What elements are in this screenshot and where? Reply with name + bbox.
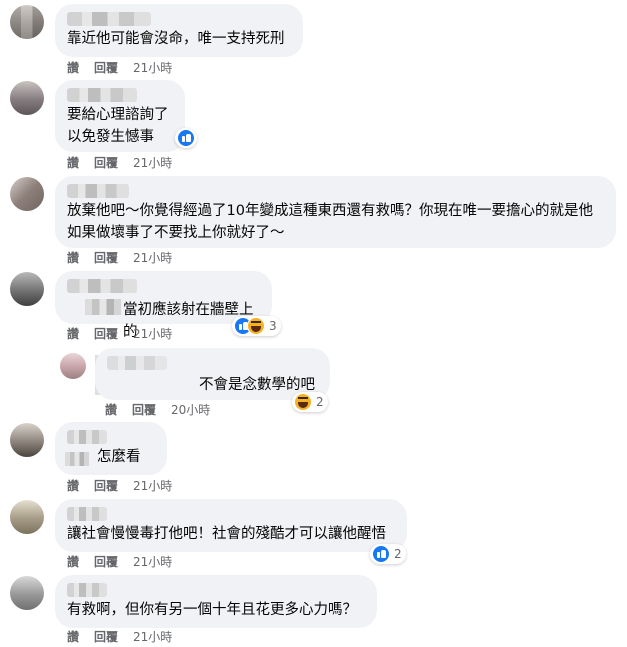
like-icon bbox=[177, 129, 195, 147]
comment-actions: 讚 回覆 21小時 bbox=[67, 250, 187, 266]
reply-button[interactable]: 回覆 bbox=[94, 251, 118, 265]
commenter-name[interactable] bbox=[67, 279, 137, 293]
reply-button[interactable]: 回覆 bbox=[94, 61, 118, 75]
avatar[interactable] bbox=[10, 177, 44, 211]
avatar[interactable] bbox=[10, 423, 44, 457]
comment-text: 怎麼看 bbox=[97, 449, 141, 465]
like-button[interactable]: 讚 bbox=[67, 61, 79, 75]
reaction-count: 3 bbox=[269, 319, 277, 333]
timestamp[interactable]: 21小時 bbox=[133, 251, 172, 265]
like-button[interactable]: 讚 bbox=[67, 327, 79, 341]
reply-button[interactable]: 回覆 bbox=[132, 403, 156, 417]
comment-actions: 讚 回覆 21小時 bbox=[67, 554, 187, 570]
comment-text: 讓社會慢慢毒打他吧！社會的殘酷才可以讓他醒悟 bbox=[67, 526, 386, 542]
like-button[interactable]: 讚 bbox=[67, 630, 79, 644]
comment-bubble: 怎麼看 bbox=[55, 422, 167, 475]
like-button[interactable]: 讚 bbox=[105, 403, 117, 417]
timestamp[interactable]: 20小時 bbox=[171, 403, 210, 417]
comment-bubble: 要給心理諮詢了 以免發生憾事 bbox=[55, 80, 185, 152]
comment-bubble: 讓社會慢慢毒打他吧！社會的殘酷才可以讓他醒悟 bbox=[55, 499, 407, 552]
reaction-summary[interactable]: 3 bbox=[232, 316, 281, 336]
comment-text: 要給心理諮詢了 以免發生憾事 bbox=[67, 107, 169, 145]
timestamp[interactable]: 21小時 bbox=[133, 156, 172, 170]
commenter-name[interactable] bbox=[67, 507, 107, 521]
haha-icon bbox=[247, 317, 265, 335]
comment-actions: 讚 回覆 21小時 bbox=[67, 60, 187, 76]
commenter-name[interactable] bbox=[67, 583, 107, 597]
reaction-summary[interactable]: 2 bbox=[292, 392, 328, 412]
avatar[interactable] bbox=[10, 272, 44, 306]
comment-actions: 讚 回覆 21小時 bbox=[67, 155, 187, 171]
timestamp[interactable]: 21小時 bbox=[133, 327, 172, 341]
like-button[interactable]: 讚 bbox=[67, 156, 79, 170]
timestamp[interactable]: 21小時 bbox=[133, 479, 172, 493]
like-button[interactable]: 讚 bbox=[67, 251, 79, 265]
like-button[interactable]: 讚 bbox=[67, 479, 79, 493]
reply-button[interactable]: 回覆 bbox=[94, 156, 118, 170]
timestamp[interactable]: 21小時 bbox=[133, 61, 172, 75]
comment-bubble: 有救啊，但你有另一個十年且花更多心力嗎？ bbox=[55, 575, 377, 628]
comment-bubble: 靠近他可能會沒命，唯一支持死刑 bbox=[55, 4, 303, 57]
commenter-name[interactable] bbox=[107, 356, 167, 370]
comment-text: 有救啊，但你有另一個十年且花更多心力嗎？ bbox=[67, 602, 357, 618]
haha-icon bbox=[294, 393, 312, 411]
commenter-name[interactable] bbox=[67, 184, 129, 198]
blurred-name-fragment bbox=[65, 452, 89, 466]
avatar[interactable] bbox=[10, 576, 44, 610]
avatar[interactable] bbox=[10, 500, 44, 534]
timestamp[interactable]: 21小時 bbox=[133, 630, 172, 644]
comment-actions: 讚 回覆 21小時 bbox=[67, 478, 187, 494]
like-button[interactable]: 讚 bbox=[67, 555, 79, 569]
reply-button[interactable]: 回覆 bbox=[94, 555, 118, 569]
commenter-name[interactable] bbox=[67, 88, 137, 102]
blurred-name-fragment bbox=[85, 299, 121, 315]
comment-text: 放棄他吧～你覺得經過了10年變成這種東西還有救嗎？你現在唯一要擔心的就是他如果做… bbox=[67, 203, 593, 241]
reaction-count: 2 bbox=[394, 547, 402, 561]
reaction-summary[interactable]: 2 bbox=[370, 544, 406, 564]
avatar[interactable] bbox=[10, 81, 44, 115]
comment-actions: 讚 回覆 20小時 bbox=[105, 402, 225, 418]
reply-button[interactable]: 回覆 bbox=[94, 479, 118, 493]
like-icon bbox=[372, 545, 390, 563]
avatar[interactable] bbox=[60, 353, 86, 379]
comment-actions: 讚 回覆 21小時 bbox=[67, 629, 187, 645]
comment-bubble: 不會是念數學的吧 bbox=[95, 348, 330, 400]
reply-button[interactable]: 回覆 bbox=[94, 630, 118, 644]
reaction-summary[interactable] bbox=[175, 128, 197, 148]
comment-text: 靠近他可能會沒命，唯一支持死刑 bbox=[67, 31, 285, 47]
commenter-name[interactable] bbox=[67, 12, 151, 26]
avatar[interactable] bbox=[10, 5, 44, 39]
timestamp[interactable]: 21小時 bbox=[133, 555, 172, 569]
comment-actions: 讚 回覆 21小時 bbox=[67, 326, 187, 342]
comment-bubble: 放棄他吧～你覺得經過了10年變成這種東西還有救嗎？你現在唯一要擔心的就是他如果做… bbox=[55, 176, 616, 248]
commenter-name[interactable] bbox=[67, 430, 107, 444]
reaction-count: 2 bbox=[316, 395, 324, 409]
reply-button[interactable]: 回覆 bbox=[94, 327, 118, 341]
